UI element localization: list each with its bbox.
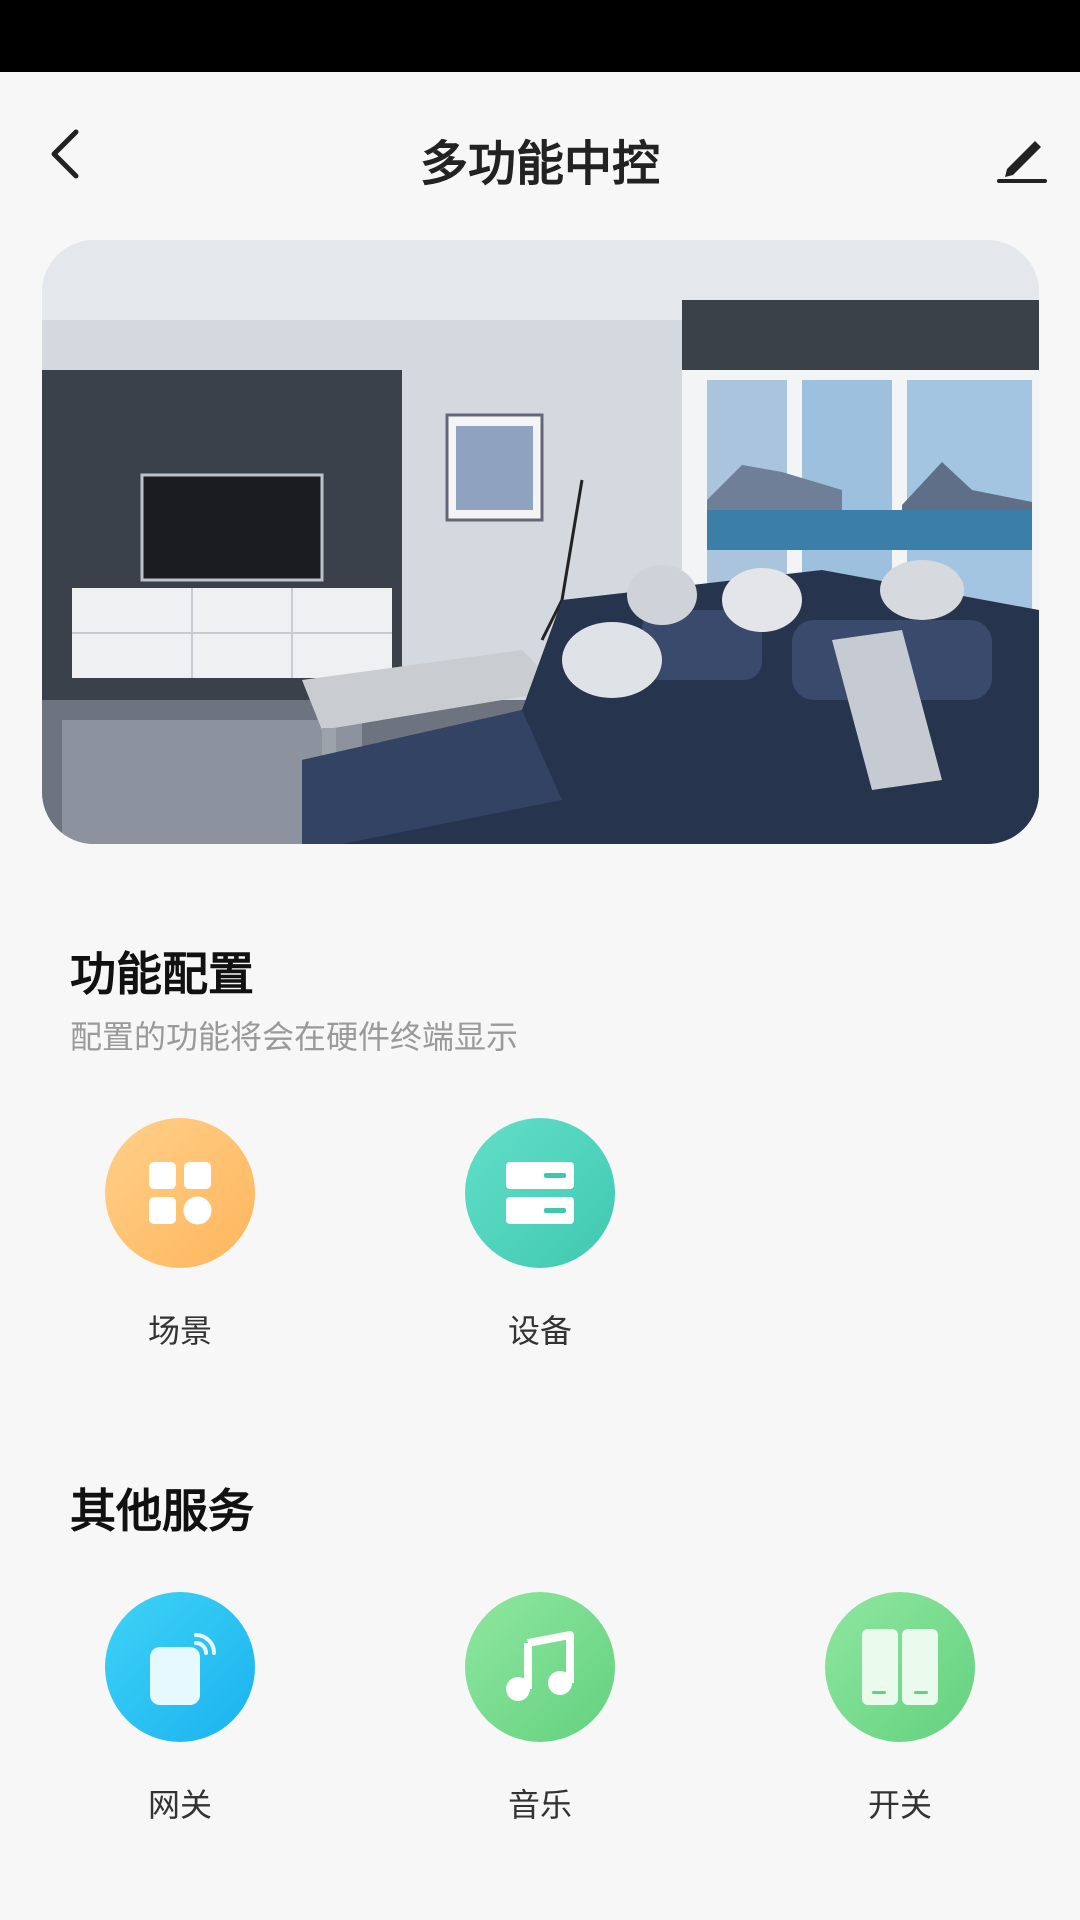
scene-grid-icon [105,1118,255,1268]
status-bar [0,0,1080,72]
living-room-image [42,240,1039,844]
room-photo [42,240,1039,844]
tile-label: 场景 [147,1312,212,1350]
edit-button[interactable] [986,122,1056,192]
section-title-config: 功能配置 [70,947,254,1001]
section-subtitle-config: 配置的功能将会在硬件终端显示 [70,1018,519,1056]
tile-gateway[interactable]: 网关 [70,1592,290,1826]
gateway-icon [105,1592,255,1742]
tile-switch[interactable]: 开关 [790,1592,1010,1826]
header: 多功能中控 [0,72,1080,242]
device-list-icon [465,1118,615,1268]
pencil-icon [997,141,1047,183]
tile-label: 网关 [147,1786,212,1824]
tile-label: 音乐 [507,1786,572,1824]
tile-label: 开关 [867,1786,932,1824]
tile-scene[interactable]: 场景 [70,1118,290,1352]
tile-music[interactable]: 音乐 [430,1592,650,1826]
switch-panel-icon [825,1592,975,1742]
tile-label: 设备 [507,1312,572,1350]
music-note-icon [465,1592,615,1742]
section-title-services: 其他服务 [70,1484,254,1538]
tile-device[interactable]: 设备 [430,1118,650,1352]
page-title: 多功能中控 [419,136,660,192]
